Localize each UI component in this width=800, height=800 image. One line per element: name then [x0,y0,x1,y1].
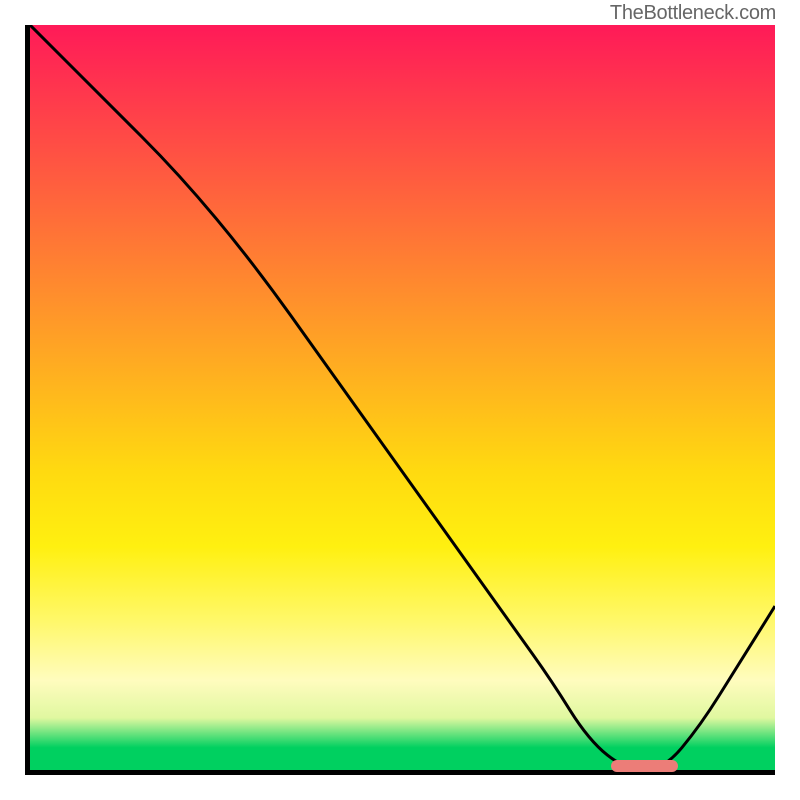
plot-area [25,25,775,775]
optimal-range-marker [611,760,678,772]
watermark-text: TheBottleneck.com [610,2,776,25]
curve-line [30,25,775,770]
bottleneck-curve [30,25,775,770]
bottleneck-chart: TheBottleneck.com [0,0,800,800]
